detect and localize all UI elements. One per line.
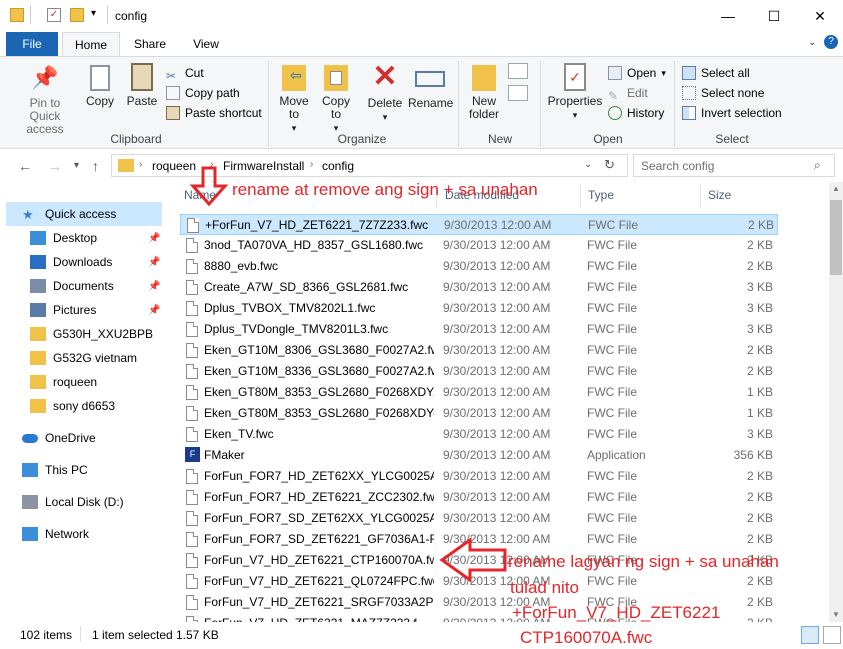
down-arrow-annotation: [189, 166, 229, 207]
annotation-bottom-2: tulad nito: [510, 578, 579, 597]
annotation-bottom-3: +ForFun_V7_HD_ZET6221: [512, 603, 721, 622]
annotation-bottom-4: CTP160070A.fwc: [520, 628, 653, 647]
left-arrow-annotation: [439, 537, 507, 583]
annotation-top: rename at remove ang sign + sa unahan: [232, 180, 538, 199]
annotation-bottom-1: rename lagyan ng sign + sa unahan: [508, 552, 779, 571]
